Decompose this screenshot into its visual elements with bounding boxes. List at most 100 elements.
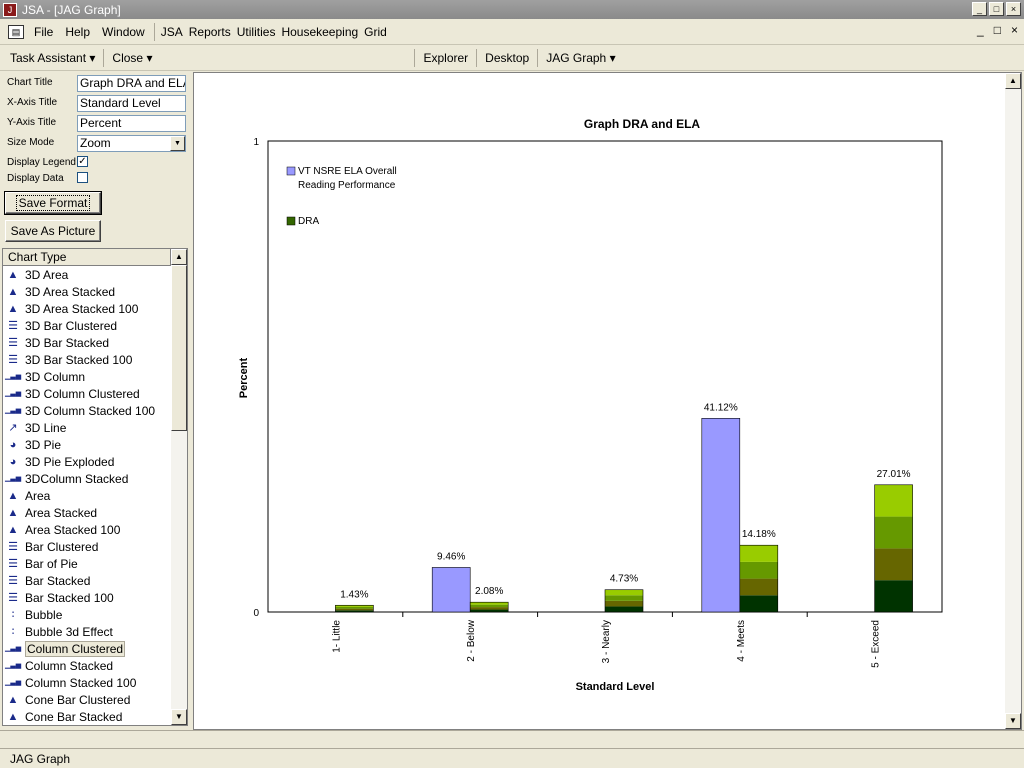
mdi-minimize-button[interactable]: _ [977, 23, 984, 37]
menu-separator [153, 22, 155, 41]
chart-type-label: Bar Clustered [25, 539, 99, 554]
column-chart-icon: ▁▃▅ [5, 644, 22, 652]
chart-type-item[interactable]: ☰ Bar Stacked 100 [3, 589, 187, 606]
line-chart-icon: ↗ [8, 421, 18, 434]
chart-type-label: 3D Pie [25, 437, 62, 452]
chart-type-item[interactable]: ▁▃▅ 3D Column [3, 368, 187, 385]
chart-scrollbar[interactable]: ▲ ▼ [1005, 73, 1021, 729]
jag-graph-label: JAG Graph [546, 51, 607, 65]
chart-type-item[interactable]: ▲ 3D Area Stacked [3, 283, 187, 300]
menu-window[interactable]: Window [96, 25, 151, 39]
menu-grid[interactable]: Grid [361, 25, 390, 39]
scroll-thumb[interactable] [171, 265, 187, 431]
menu-utilities[interactable]: Utilities [234, 25, 279, 39]
save-as-picture-button[interactable]: Save As Picture [5, 220, 101, 242]
display-data-checkbox[interactable] [77, 172, 88, 183]
chart-type-item[interactable]: ☰ 3D Bar Stacked 100 [3, 351, 187, 368]
chart-type-item[interactable]: ▲ 3D Area [3, 266, 187, 283]
data-label-dra: 14.18% [742, 529, 776, 540]
close-dropdown[interactable]: Close ▾ [106, 51, 158, 65]
y-axis-title: Percent [238, 357, 250, 398]
task-assistant-dropdown[interactable]: Task Assistant ▾ [0, 51, 101, 65]
maximize-button[interactable]: □ [989, 2, 1004, 16]
y-axis-title-input[interactable]: Percent [77, 115, 186, 132]
x-tick-label: 3 - Nearly [601, 620, 612, 663]
chart-type-item[interactable]: ∶ Bubble 3d Effect [3, 623, 187, 640]
size-mode-select[interactable]: Zoom ▼ [77, 135, 186, 152]
menu-jsa[interactable]: JSA [158, 25, 186, 39]
system-menu-icon[interactable]: ▤ [8, 24, 24, 39]
explorer-button[interactable]: Explorer [417, 51, 474, 65]
menu-help[interactable]: Help [59, 25, 96, 39]
minimize-button[interactable]: _ [972, 2, 987, 16]
bubble-chart-icon: ∶ [11, 625, 15, 638]
mdi-restore-button[interactable]: □ [994, 23, 1001, 37]
chart-type-item[interactable]: ☰ Bar Stacked [3, 572, 187, 589]
chart-type-item[interactable]: ◕ 3D Pie Exploded [3, 453, 187, 470]
chart-type-item[interactable]: ▲ Area [3, 487, 187, 504]
column-chart-icon: ▁▃▅ [5, 661, 22, 669]
chart-type-item[interactable]: ▁▃▅ 3D Column Clustered [3, 385, 187, 402]
x-axis-title-input[interactable]: Standard Level [77, 95, 186, 112]
chart-type-label: 3D Area [25, 267, 69, 282]
chart-type-item[interactable]: ▁▃▅ 3DColumn Stacked [3, 470, 187, 487]
data-label-ela: 9.46% [437, 551, 465, 562]
chart-type-item[interactable]: ◕ 3D Pie [3, 436, 187, 453]
y-tick-label: 0 [253, 608, 259, 619]
chart-title-input[interactable]: Graph DRA and ELA [77, 75, 186, 92]
bar-dra-segment [739, 578, 778, 596]
area-chart-icon: ▲ [7, 268, 19, 281]
chart-type-label: Bubble [25, 607, 63, 622]
menu-file[interactable]: File [28, 25, 59, 39]
size-mode-value: Zoom [80, 136, 111, 150]
chart-type-item[interactable]: ▲ Cone Bar Clustered [3, 691, 187, 708]
display-legend-checkbox[interactable]: ✓ [77, 156, 88, 167]
chart-type-label: 3D Column [25, 369, 86, 384]
chart-type-list[interactable]: Chart Type ▲ 3D Area ▲ 3D Area Stacked ▲ 3D A… [2, 248, 188, 726]
chart-type-label: 3D Column Stacked 100 [25, 403, 156, 418]
close-window-button[interactable]: × [1006, 2, 1021, 16]
chart-type-item[interactable]: ▁▃▅ Column Stacked 100 [3, 674, 187, 691]
cone-chart-icon: ▲ [7, 693, 19, 706]
status-bar: JAG Graph [0, 730, 1024, 768]
x-tick-label: 2 - Below [466, 619, 477, 661]
column-chart-icon: ▁▃▅ [5, 474, 22, 482]
chart-type-item[interactable]: ▁▃▅ 3D Column Stacked 100 [3, 402, 187, 419]
chart-type-label: Bar Stacked [25, 573, 91, 588]
chart-type-item[interactable]: ▲ Cone Bar Stacked [3, 708, 187, 725]
chart-type-item[interactable]: ▲ Area Stacked 100 [3, 521, 187, 538]
chart-type-item[interactable]: ☰ 3D Bar Clustered [3, 317, 187, 334]
scroll-up-icon[interactable]: ▲ [1005, 73, 1021, 89]
bar-dra-segment [605, 589, 643, 596]
bar-dra-segment [874, 484, 913, 517]
chart-type-item[interactable]: ☰ Bar Clustered [3, 538, 187, 555]
chart-type-header[interactable]: Chart Type [3, 249, 171, 266]
bar-dra-segment [470, 607, 509, 610]
jag-graph-dropdown[interactable]: JAG Graph ▾ [540, 51, 621, 65]
app-icon[interactable]: J [3, 2, 17, 17]
title-bar: J JSA - [JAG Graph] _ □ × [0, 0, 1024, 19]
desktop-button[interactable]: Desktop [479, 51, 535, 65]
chart-type-item[interactable]: ↗ 3D Line [3, 419, 187, 436]
menu-reports[interactable]: Reports [186, 25, 234, 39]
chart-type-label: Column Stacked [25, 658, 114, 673]
dropdown-arrow-icon[interactable]: ▼ [170, 136, 185, 151]
scroll-down-icon[interactable]: ▼ [171, 709, 187, 725]
chart-type-item[interactable]: ▁▃▅ Column Clustered [3, 640, 187, 657]
scroll-down-icon[interactable]: ▼ [1005, 713, 1021, 729]
bar-chart-icon: ☰ [8, 540, 18, 553]
chart-type-label: 3D Bar Stacked [25, 335, 110, 350]
chart-type-item[interactable]: ▲ 3D Area Stacked 100 [3, 300, 187, 317]
bar-chart-icon: ☰ [8, 574, 18, 587]
menu-housekeeping[interactable]: Housekeeping [278, 25, 361, 39]
chart-type-item[interactable]: ∶ Bubble [3, 606, 187, 623]
list-scrollbar[interactable]: ▲ ▼ [171, 249, 187, 725]
mdi-close-button[interactable]: × [1011, 23, 1018, 37]
chart-type-item[interactable]: ▲ Area Stacked [3, 504, 187, 521]
scroll-up-icon[interactable]: ▲ [171, 249, 187, 265]
chart-type-item[interactable]: ☰ 3D Bar Stacked [3, 334, 187, 351]
chart-type-item[interactable]: ☰ Bar of Pie [3, 555, 187, 572]
chart-type-item[interactable]: ▁▃▅ Column Stacked [3, 657, 187, 674]
save-format-button[interactable]: Save Format [4, 191, 102, 215]
properties-panel: Chart Title Graph DRA and ELA X-Axis Tit… [0, 72, 191, 730]
